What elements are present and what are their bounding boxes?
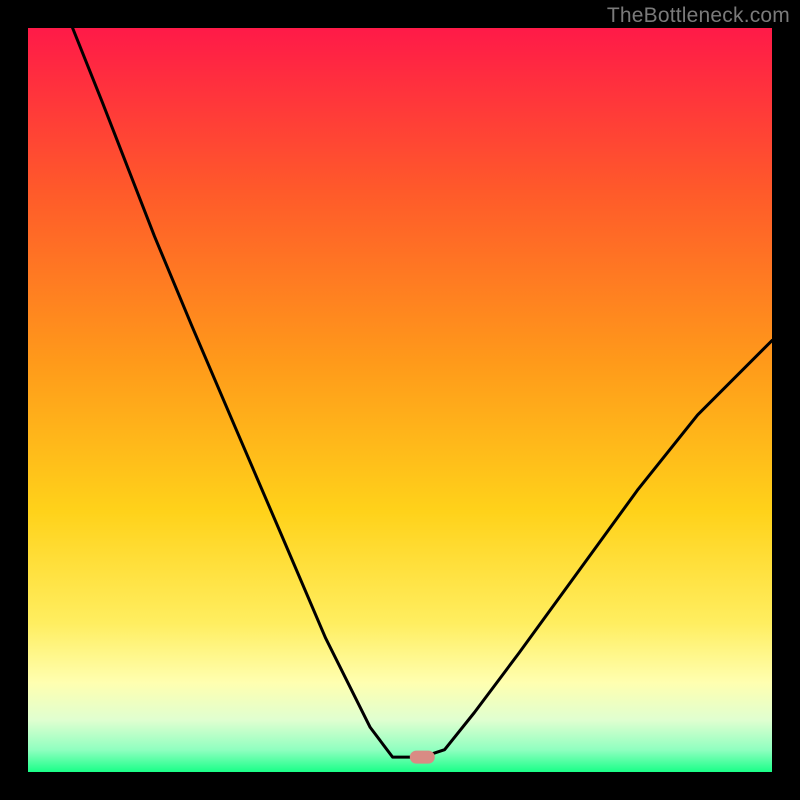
chart-svg	[28, 28, 772, 772]
watermark-text: TheBottleneck.com	[607, 4, 790, 28]
plot-area	[28, 28, 772, 772]
optimum-marker	[410, 751, 434, 763]
gradient-background	[28, 28, 772, 772]
chart-frame: TheBottleneck.com	[0, 0, 800, 800]
